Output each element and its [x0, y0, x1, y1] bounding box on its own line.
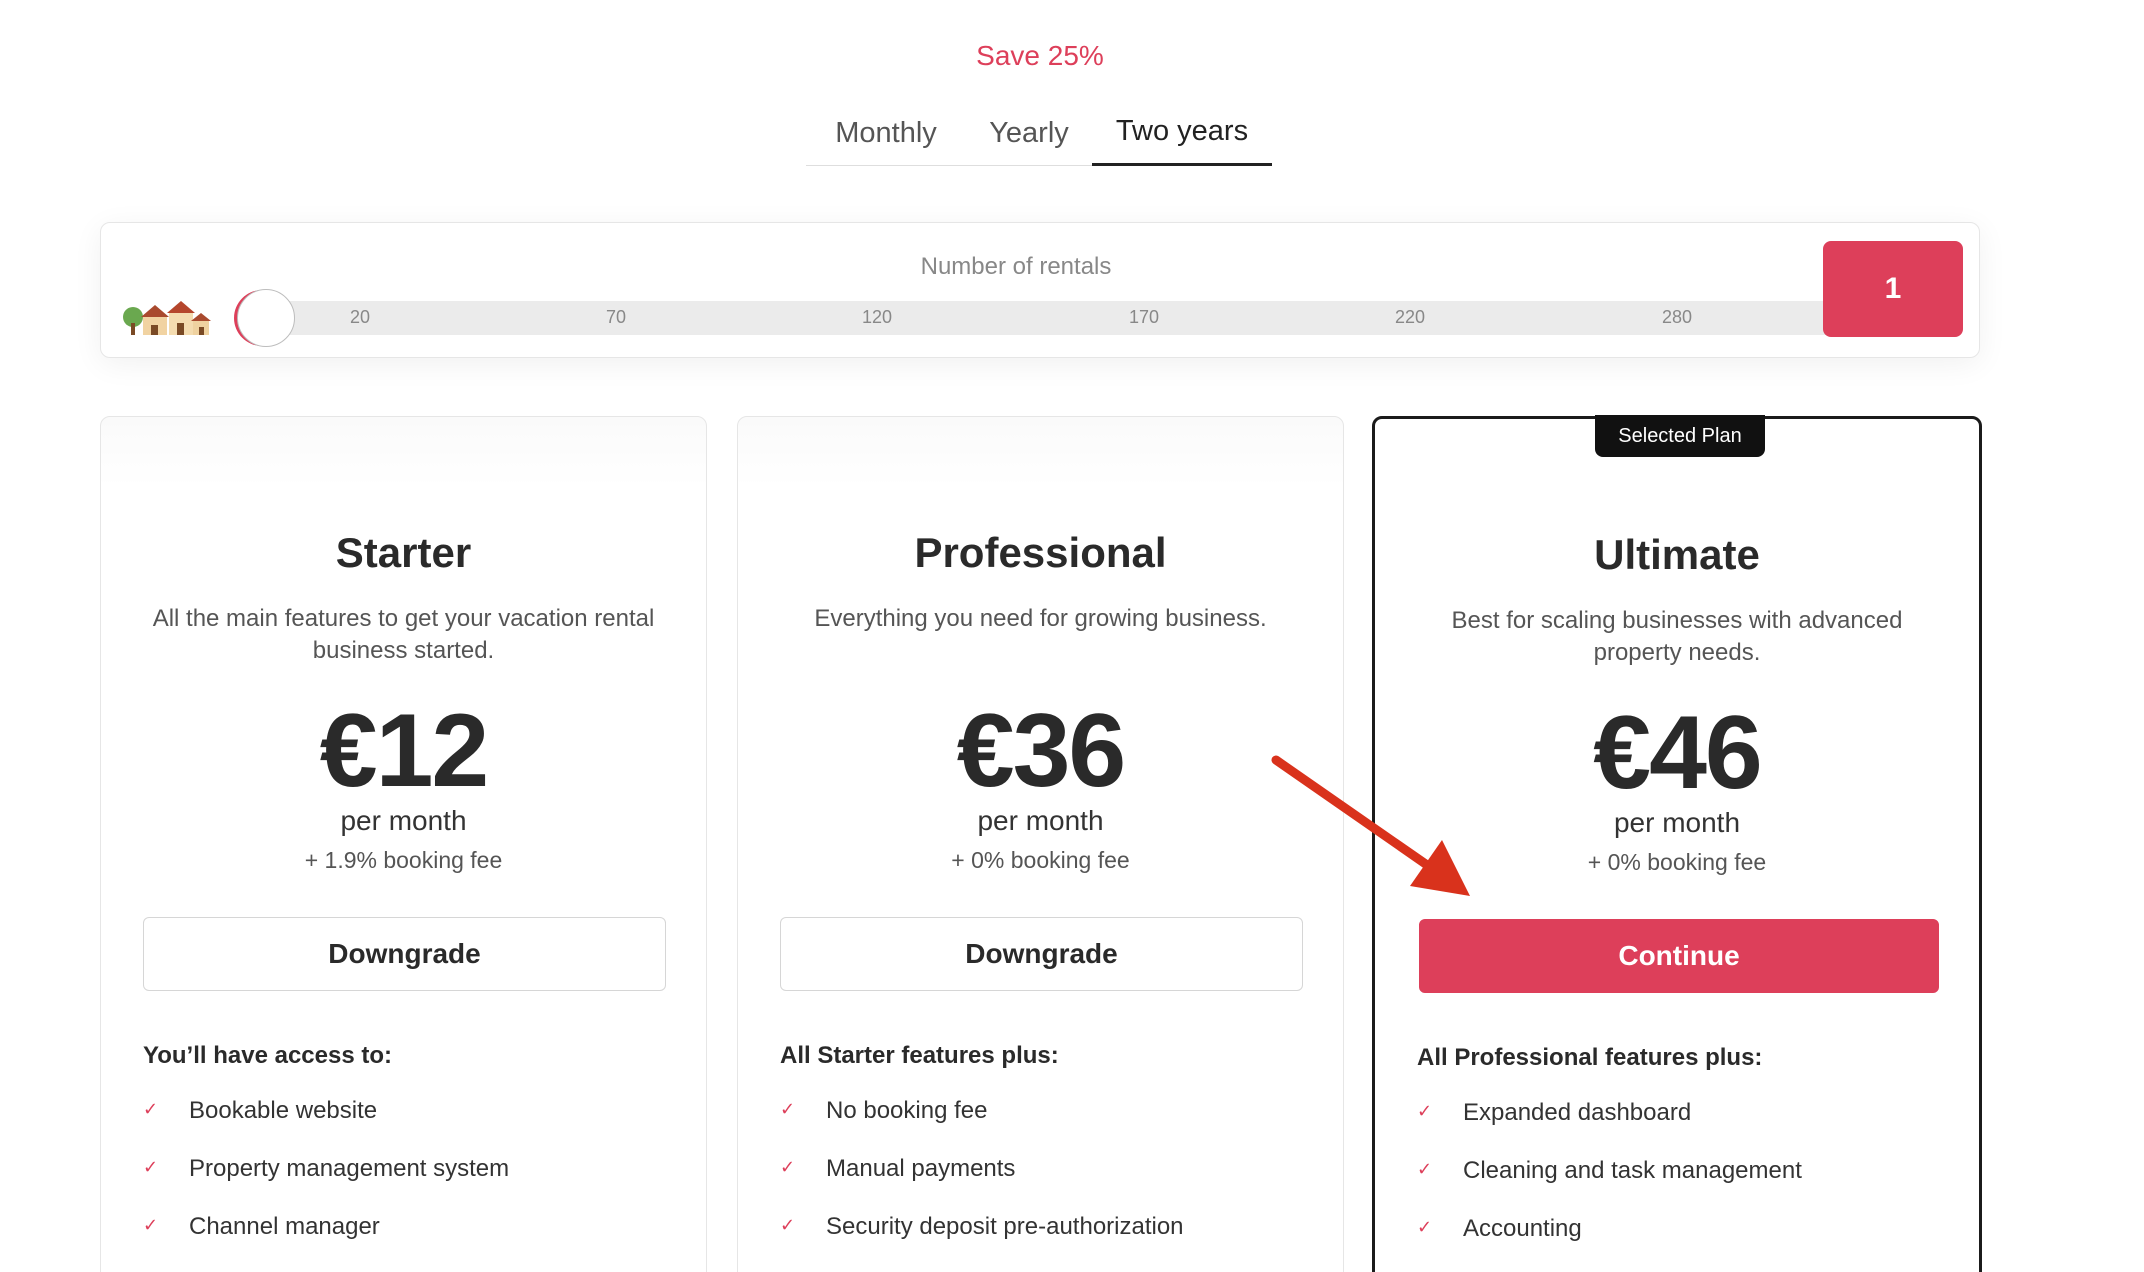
billing-period-tabs: Monthly Yearly Two years: [806, 100, 1272, 166]
check-icon: ✓: [1417, 1217, 1433, 1237]
feature-label: Property management system: [189, 1155, 510, 1182]
list-item: ✓ Security deposit pre-authorization: [780, 1213, 1323, 1271]
plan-period: per month: [977, 805, 1104, 836]
slider-tick: 20: [349, 307, 371, 327]
plan-description: Everything you need for growing business…: [814, 605, 1267, 632]
check-icon: ✓: [780, 1099, 796, 1119]
features-heading: All Professional features plus:: [1417, 1044, 1763, 1071]
plan-card-professional: Professional Everything you need for gro…: [737, 416, 1344, 1272]
slider-tick: 220: [1394, 307, 1426, 327]
rentals-slider-track[interactable]: 20 70 120 170 220 280: [235, 301, 1900, 335]
pricing-page: Save 25% Monthly Yearly Two years Number…: [0, 0, 2144, 1272]
feature-list: ✓ No booking fee ✓ Manual payments ✓ Securi…: [780, 1097, 1323, 1271]
continue-button[interactable]: Continue: [1419, 919, 1939, 993]
selected-plan-badge: Selected Plan: [1595, 415, 1765, 457]
check-icon: ✓: [780, 1215, 796, 1235]
rentals-label: Number of rentals: [920, 253, 1112, 280]
rentals-count[interactable]: 1: [1823, 241, 1963, 337]
feature-label: Channel manager: [189, 1213, 380, 1240]
list-item: ✓ Channel manager: [143, 1213, 686, 1271]
tab-monthly[interactable]: Monthly: [806, 100, 966, 166]
slider-tick: 170: [1128, 307, 1160, 327]
plan-price: €36: [956, 693, 1127, 809]
plan-name: Professional: [914, 529, 1167, 576]
slider-tick: 280: [1661, 307, 1693, 327]
houses-icon: [123, 301, 211, 335]
slider-tick: 120: [861, 307, 893, 327]
check-icon: ✓: [143, 1215, 159, 1235]
plan-period: per month: [340, 805, 467, 836]
list-item: ✓ No booking fee: [780, 1097, 1323, 1155]
save-note: Save 25%: [976, 40, 1104, 71]
feature-label: No booking fee: [826, 1097, 988, 1124]
list-item: ✓ Manual payments: [780, 1155, 1323, 1213]
plan-price: €12: [319, 693, 490, 809]
list-item: ✓ Expanded dashboard: [1417, 1099, 1959, 1157]
rentals-slider-thumb[interactable]: [237, 289, 295, 347]
feature-label: Bookable website: [189, 1097, 378, 1124]
plan-booking-fee: + 1.9% booking fee: [304, 847, 503, 873]
downgrade-button[interactable]: Downgrade: [780, 917, 1303, 991]
slider-tick: 70: [605, 307, 627, 327]
plan-description: All the main features to get your vacati…: [152, 605, 655, 664]
feature-label: Accounting: [1463, 1215, 1582, 1242]
check-icon: ✓: [780, 1157, 796, 1177]
tab-yearly[interactable]: Yearly: [966, 100, 1092, 166]
plan-name: Starter: [335, 529, 472, 576]
check-icon: ✓: [143, 1157, 159, 1177]
annotation-arrow-icon: [1271, 755, 1470, 896]
plan-booking-fee: + 0% booking fee: [951, 847, 1130, 873]
feature-label: Expanded dashboard: [1463, 1099, 1692, 1126]
check-icon: ✓: [1417, 1159, 1433, 1179]
check-icon: ✓: [143, 1099, 159, 1119]
feature-label: Security deposit pre-authorization: [826, 1213, 1184, 1240]
check-icon: ✓: [1417, 1101, 1433, 1121]
plan-description: Best for scaling businesses with advance…: [1451, 607, 1903, 666]
list-item: ✓ Bookable website: [143, 1097, 686, 1155]
feature-label: Cleaning and task management: [1463, 1157, 1802, 1184]
list-item: ✓ Property management system: [143, 1155, 686, 1213]
feature-list: ✓ Bookable website ✓ Property management s…: [143, 1097, 686, 1271]
plan-card-starter: Starter All the main features to get you…: [100, 416, 707, 1272]
plan-name: Ultimate: [1594, 531, 1760, 578]
feature-label: Manual payments: [826, 1155, 1016, 1182]
features-heading: You’ll have access to:: [143, 1042, 392, 1069]
list-item: ✓ Accounting: [1417, 1215, 1959, 1272]
list-item: ✓ Cleaning and task management: [1417, 1157, 1959, 1215]
downgrade-button[interactable]: Downgrade: [143, 917, 666, 991]
rentals-selector: Number of rentals 20 70 120 170 220 280 …: [100, 222, 1980, 358]
features-heading: All Starter features plus:: [780, 1042, 1059, 1069]
feature-list: ✓ Expanded dashboard ✓ Cleaning and task m…: [1417, 1099, 1959, 1272]
tab-two-years[interactable]: Two years: [1092, 100, 1272, 166]
